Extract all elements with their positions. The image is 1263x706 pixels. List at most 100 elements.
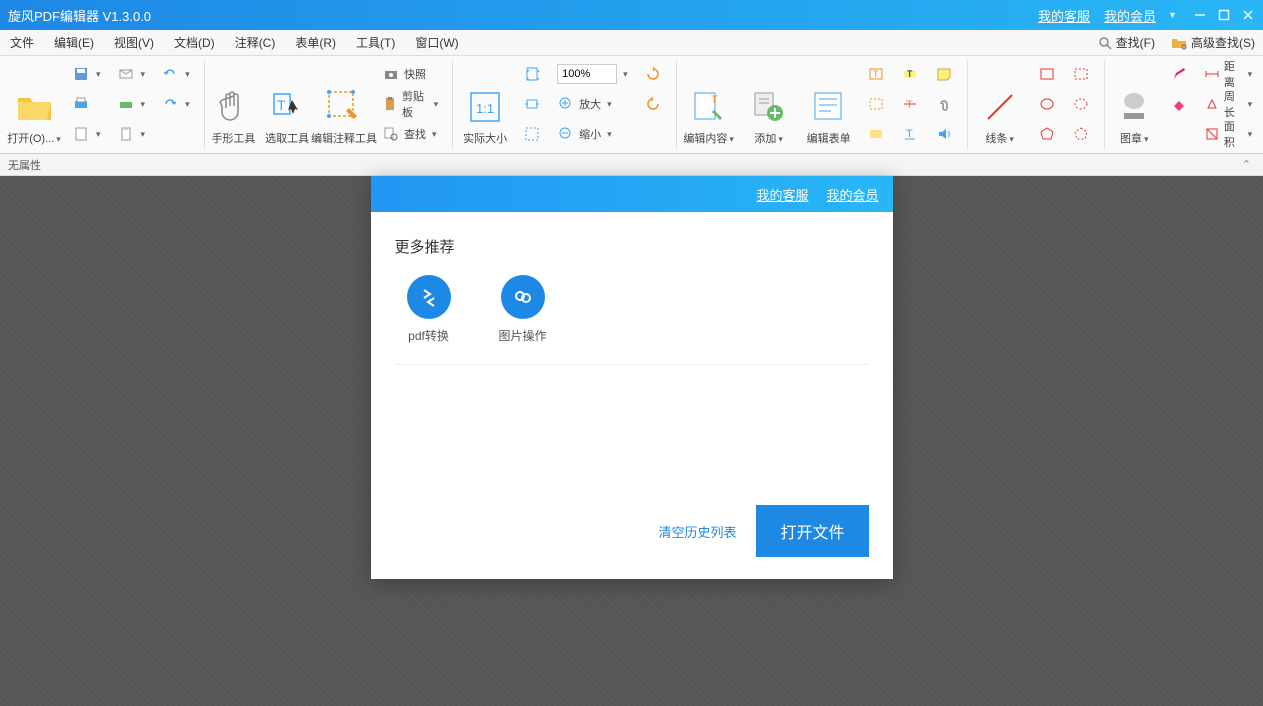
cloud-poly-icon (1072, 125, 1090, 143)
rotate-cw-button[interactable] (638, 60, 668, 88)
link-button[interactable] (861, 120, 891, 148)
rotate-ccw-icon (644, 95, 662, 113)
fit-page-icon (523, 65, 541, 83)
zoom-out-button[interactable]: 缩小▾ (551, 120, 634, 148)
actual-size-button[interactable]: 1:1 实际大小 (457, 60, 513, 148)
hand-icon (214, 86, 252, 128)
rotate-ccw-button[interactable] (638, 90, 668, 118)
snapshot-button[interactable]: 快照 (376, 60, 444, 88)
open-file-button[interactable]: 打开文件 (756, 505, 868, 557)
open-button[interactable]: 打开(O)...▾ (6, 60, 62, 148)
chevron-down-icon[interactable]: ▾ (1170, 10, 1175, 21)
save-button[interactable]: ▾ (66, 60, 107, 88)
underline-button[interactable]: T (895, 120, 925, 148)
cloud-circle-button[interactable] (1066, 90, 1096, 118)
menu-comment[interactable]: 注释(C) (225, 30, 286, 55)
edit-form-button[interactable]: 编辑表单 (801, 60, 857, 148)
mail-button[interactable]: ▾ (111, 60, 152, 88)
menu-view[interactable]: 视图(V) (104, 30, 164, 55)
prop-collapse-icon[interactable]: ⌃ (1238, 158, 1255, 171)
highlight-icon: T (901, 65, 919, 83)
cloud-rect-button[interactable] (1066, 60, 1096, 88)
circle-icon (1038, 95, 1056, 113)
clipboard-button[interactable]: 剪贴板▾ (376, 90, 444, 118)
svg-text:T: T (873, 69, 879, 79)
rec-pdf-convert[interactable]: pdf转换 (407, 275, 451, 344)
add-button[interactable]: 添加▾ (741, 60, 797, 148)
folder-open-icon (15, 86, 53, 128)
area-button[interactable]: 面积▾ (1198, 120, 1258, 148)
menu-document[interactable]: 文档(D) (164, 30, 225, 55)
rotate-cw-icon (644, 65, 662, 83)
scanner-icon (117, 95, 135, 113)
redo-button[interactable]: ▾ (155, 90, 196, 118)
new-doc-button[interactable]: ▾ (66, 120, 107, 148)
eraser-button[interactable] (1164, 90, 1194, 118)
menu-form[interactable]: 表单(R) (285, 30, 346, 55)
zoom-in-button[interactable]: 放大▾ (551, 90, 634, 118)
fit-visible-button[interactable] (517, 120, 547, 148)
redo-icon (161, 95, 179, 113)
link-icon (867, 125, 885, 143)
stamp-button[interactable]: 图章▾ (1109, 60, 1160, 148)
zoom-field[interactable]: ▾ (551, 60, 634, 88)
attach-button[interactable] (929, 90, 959, 118)
select-tool[interactable]: T 选取工具 (262, 60, 312, 148)
app-title: 旋风PDF编辑器 V1.3.0.0 (8, 6, 1038, 25)
property-label: 无属性 (8, 157, 41, 173)
modal-member-link[interactable]: 我的会员 (826, 185, 878, 204)
rect-button[interactable] (1032, 60, 1062, 88)
modal-service-link[interactable]: 我的客服 (756, 185, 808, 204)
menubar: 文件 编辑(E) 视图(V) 文档(D) 注释(C) 表单(R) 工具(T) 窗… (0, 30, 1263, 56)
find-menu[interactable]: 查找(F) (1090, 34, 1163, 51)
member-link[interactable]: 我的会员 (1104, 6, 1156, 25)
strike-button[interactable]: T (895, 90, 925, 118)
lines-button[interactable]: 线条▾ (972, 60, 1028, 148)
maximize-button[interactable] (1217, 8, 1231, 22)
close-button[interactable] (1241, 8, 1255, 22)
distance-icon (1204, 65, 1220, 83)
polygon-button[interactable] (1032, 120, 1062, 148)
highlight-button[interactable]: T (895, 60, 925, 88)
svg-text:T: T (906, 128, 913, 140)
save-icon (72, 65, 90, 83)
print-icon (72, 95, 90, 113)
textbox-button[interactable]: T (861, 60, 891, 88)
minimize-button[interactable] (1193, 8, 1207, 22)
sound-button[interactable] (929, 120, 959, 148)
fit-page-button[interactable] (517, 60, 547, 88)
print-button[interactable] (66, 90, 107, 118)
note-button[interactable] (929, 60, 959, 88)
menu-tools[interactable]: 工具(T) (346, 30, 405, 55)
menu-edit[interactable]: 编辑(E) (44, 30, 104, 55)
perimeter-button[interactable]: 周长▾ (1198, 90, 1258, 118)
find-icon (382, 125, 400, 143)
annotate-icon (325, 86, 363, 128)
clipboard-doc-button[interactable]: ▾ (111, 120, 152, 148)
clear-history-link[interactable]: 清空历史列表 (658, 522, 736, 541)
find-button[interactable]: 查找▾ (376, 120, 444, 148)
pencil-button[interactable] (1164, 60, 1194, 88)
edit-content-button[interactable]: T 编辑内容▾ (681, 60, 737, 148)
menu-file[interactable]: 文件 (0, 30, 44, 55)
distance-button[interactable]: 距离▾ (1198, 60, 1258, 88)
zoom-out-icon (557, 125, 575, 143)
toolbar: 打开(O)...▾ ▾ ▾ ▾ ▾ ▾ ▾ ▾ 手形工具 T 选取工具 编辑注释… (0, 56, 1263, 154)
undo-icon (161, 65, 179, 83)
add-icon (750, 86, 788, 128)
undo-button[interactable]: ▾ (155, 60, 196, 88)
clipboard2-icon (382, 95, 398, 113)
circle-button[interactable] (1032, 90, 1062, 118)
fit-width-button[interactable] (517, 90, 547, 118)
cloud-poly-button[interactable] (1066, 120, 1096, 148)
rec-image-ops[interactable]: 图片操作 (499, 275, 547, 344)
scan-button[interactable]: ▾ (111, 90, 152, 118)
textbox2-button[interactable] (861, 90, 891, 118)
menu-window[interactable]: 窗口(W) (405, 30, 468, 55)
adv-find-menu[interactable]: 高级查找(S) (1163, 34, 1263, 51)
service-link[interactable]: 我的客服 (1038, 6, 1090, 25)
svg-text:T: T (906, 99, 913, 111)
hand-tool[interactable]: 手形工具 (209, 60, 259, 148)
zoom-input[interactable] (557, 64, 617, 84)
annotate-tool[interactable]: 编辑注释工具 (316, 60, 372, 148)
